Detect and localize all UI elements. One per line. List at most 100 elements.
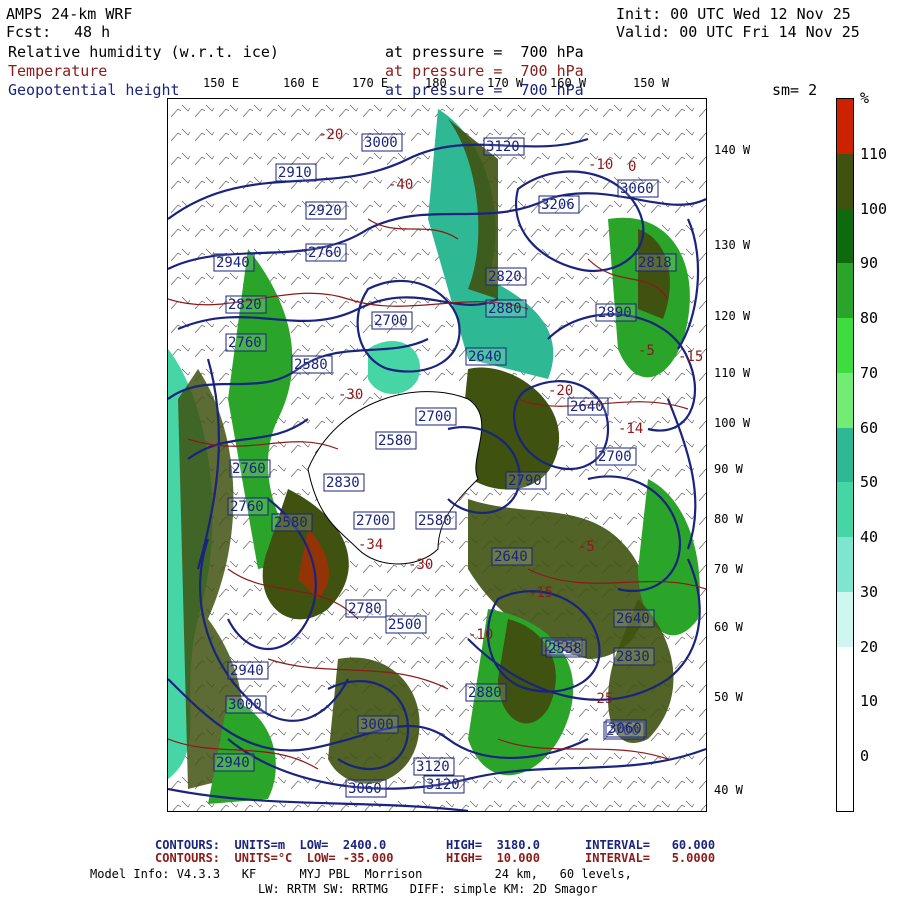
lon-label: 180 bbox=[425, 76, 447, 90]
colorbar-label: 90 bbox=[860, 254, 879, 273]
height-contour-label: 2500 bbox=[385, 615, 427, 634]
svg-text:2580: 2580 bbox=[274, 515, 308, 531]
height-contour-label: 2760 bbox=[227, 497, 269, 516]
lat-label: 60 W bbox=[714, 620, 743, 634]
height-contour-label: 2820 bbox=[225, 295, 267, 314]
temperature-contour-label: -25 bbox=[588, 691, 613, 707]
svg-text:2700: 2700 bbox=[374, 313, 408, 329]
height-contour-label: 3060 bbox=[345, 779, 387, 798]
temperature-contour-label: -10 bbox=[468, 627, 493, 643]
svg-text:2700: 2700 bbox=[418, 409, 452, 425]
lat-label: 140 W bbox=[714, 143, 751, 157]
lon-label: 160 W bbox=[550, 76, 587, 90]
colorbar-segment bbox=[837, 153, 853, 209]
colorbar-segment bbox=[837, 427, 853, 483]
svg-text:3120: 3120 bbox=[416, 759, 450, 775]
height-contour-label: 2890 bbox=[595, 303, 637, 322]
temp-contour-high: HIGH= 10.000 bbox=[446, 851, 540, 865]
svg-text:2890: 2890 bbox=[598, 305, 632, 321]
lat-label: 90 W bbox=[714, 462, 743, 476]
svg-text:3120: 3120 bbox=[486, 139, 520, 155]
temperature-contour-label: -30 bbox=[408, 557, 433, 573]
height-contour-label: 3060 bbox=[605, 719, 647, 738]
colorbar-segment bbox=[837, 701, 853, 757]
temperature-contour-label: -15 bbox=[678, 349, 703, 365]
height-contour-label: 2700 bbox=[353, 511, 395, 530]
svg-text:2580: 2580 bbox=[378, 433, 412, 449]
height-contour-label: 2580 bbox=[415, 511, 457, 530]
height-contour-label: 3120 bbox=[483, 137, 525, 156]
height-contour-label: 2820 bbox=[485, 267, 527, 286]
colorbar-label: 40 bbox=[860, 528, 879, 547]
svg-text:2940: 2940 bbox=[230, 663, 264, 679]
temperature-contour-label: -5 bbox=[578, 539, 595, 555]
svg-text:2640: 2640 bbox=[494, 549, 528, 565]
height-contour-label: 2640 bbox=[567, 397, 609, 416]
map-canvas: 3000 3120 2910 2920 3206 3060 2940 2760 2818 2820… bbox=[168, 99, 706, 811]
height-contour-label: 2580 bbox=[291, 355, 333, 374]
svg-text:3000: 3000 bbox=[228, 697, 262, 713]
svg-text:2580: 2580 bbox=[294, 357, 328, 373]
svg-text:2880: 2880 bbox=[468, 685, 502, 701]
height-contour-high: HIGH= 3180.0 bbox=[446, 838, 540, 852]
height-contour-label: 2700 bbox=[415, 407, 457, 426]
height-contour-label: 2910 bbox=[275, 163, 317, 182]
lon-label: 150 E bbox=[203, 76, 240, 90]
temperature-contour-label: -40 bbox=[388, 177, 413, 193]
colorbar-label: 0 bbox=[860, 747, 870, 766]
svg-text:2760: 2760 bbox=[232, 461, 266, 477]
lat-label: 70 W bbox=[714, 562, 743, 576]
height-contour-label: 2580 bbox=[375, 431, 417, 450]
svg-text:2760: 2760 bbox=[308, 245, 342, 261]
temperature-contour-label: -20 bbox=[318, 127, 343, 143]
svg-text:2700: 2700 bbox=[598, 449, 632, 465]
height-contour-info: CONTOURS: UNITS=m LOW= 2400.0 bbox=[155, 838, 387, 852]
colorbar-label: 70 bbox=[860, 363, 879, 382]
svg-text:2760: 2760 bbox=[228, 335, 262, 351]
svg-text:3000: 3000 bbox=[364, 135, 398, 151]
colorbar-segment bbox=[837, 99, 853, 154]
svg-text:2558: 2558 bbox=[548, 641, 582, 657]
forecast-hour: 48 h bbox=[74, 23, 111, 41]
physics-info: LW: RRTM SW: RRTMG DIFF: simple KM: 2D S… bbox=[258, 882, 598, 896]
svg-text:3060: 3060 bbox=[348, 781, 382, 797]
colorbar-segment bbox=[837, 372, 853, 428]
lat-label: 100 W bbox=[714, 416, 751, 430]
colorbar-label: 20 bbox=[860, 637, 879, 656]
height-contour-label: 3060 bbox=[617, 179, 659, 198]
svg-text:3000: 3000 bbox=[360, 717, 394, 733]
svg-text:2640: 2640 bbox=[616, 611, 650, 627]
svg-text:2780: 2780 bbox=[348, 601, 382, 617]
svg-text:3120: 3120 bbox=[426, 777, 460, 793]
colorbar-segment bbox=[837, 537, 853, 592]
svg-text:2818: 2818 bbox=[638, 255, 672, 271]
height-contour-label: 3000 bbox=[225, 695, 267, 714]
lon-label: 160 E bbox=[283, 76, 320, 90]
height-contour-label: 2940 bbox=[213, 753, 255, 772]
height-contour-label: 2880 bbox=[465, 683, 507, 702]
field-rh-level: at pressure = 700 hPa bbox=[385, 43, 584, 61]
colorbar-segment bbox=[837, 756, 853, 811]
height-contour-label: 2818 bbox=[635, 253, 677, 272]
svg-text:2830: 2830 bbox=[616, 649, 650, 665]
height-contour-label: 3206 bbox=[538, 195, 580, 214]
height-contour-label: 2780 bbox=[345, 599, 387, 618]
temp-contour-interval: INTERVAL= 5.0000 bbox=[585, 851, 716, 865]
humidity-colorbar bbox=[836, 98, 854, 812]
svg-text:2830: 2830 bbox=[326, 475, 360, 491]
init-time: Init: 00 UTC Wed 12 Nov 25 bbox=[616, 5, 851, 23]
lon-label: 150 W bbox=[633, 76, 670, 90]
height-contour-label: 2580 bbox=[271, 513, 313, 532]
height-contour-label: 3120 bbox=[413, 757, 455, 776]
temperature-contour-label: -15 bbox=[528, 585, 553, 601]
svg-text:2940: 2940 bbox=[216, 255, 250, 271]
svg-text:2760: 2760 bbox=[230, 499, 264, 515]
colorbar-segment bbox=[837, 208, 853, 264]
height-contour-label: 3000 bbox=[357, 715, 399, 734]
height-contour-label: 2760 bbox=[225, 333, 267, 352]
height-contour-label: 2558 bbox=[545, 639, 587, 658]
colorbar-label: 100 bbox=[860, 199, 888, 218]
height-contour-label: 2940 bbox=[213, 253, 255, 272]
temp-contour-info: CONTOURS: UNITS=°C LOW= -35.000 bbox=[155, 851, 394, 865]
temperature-contour-label: -5 bbox=[638, 343, 655, 359]
